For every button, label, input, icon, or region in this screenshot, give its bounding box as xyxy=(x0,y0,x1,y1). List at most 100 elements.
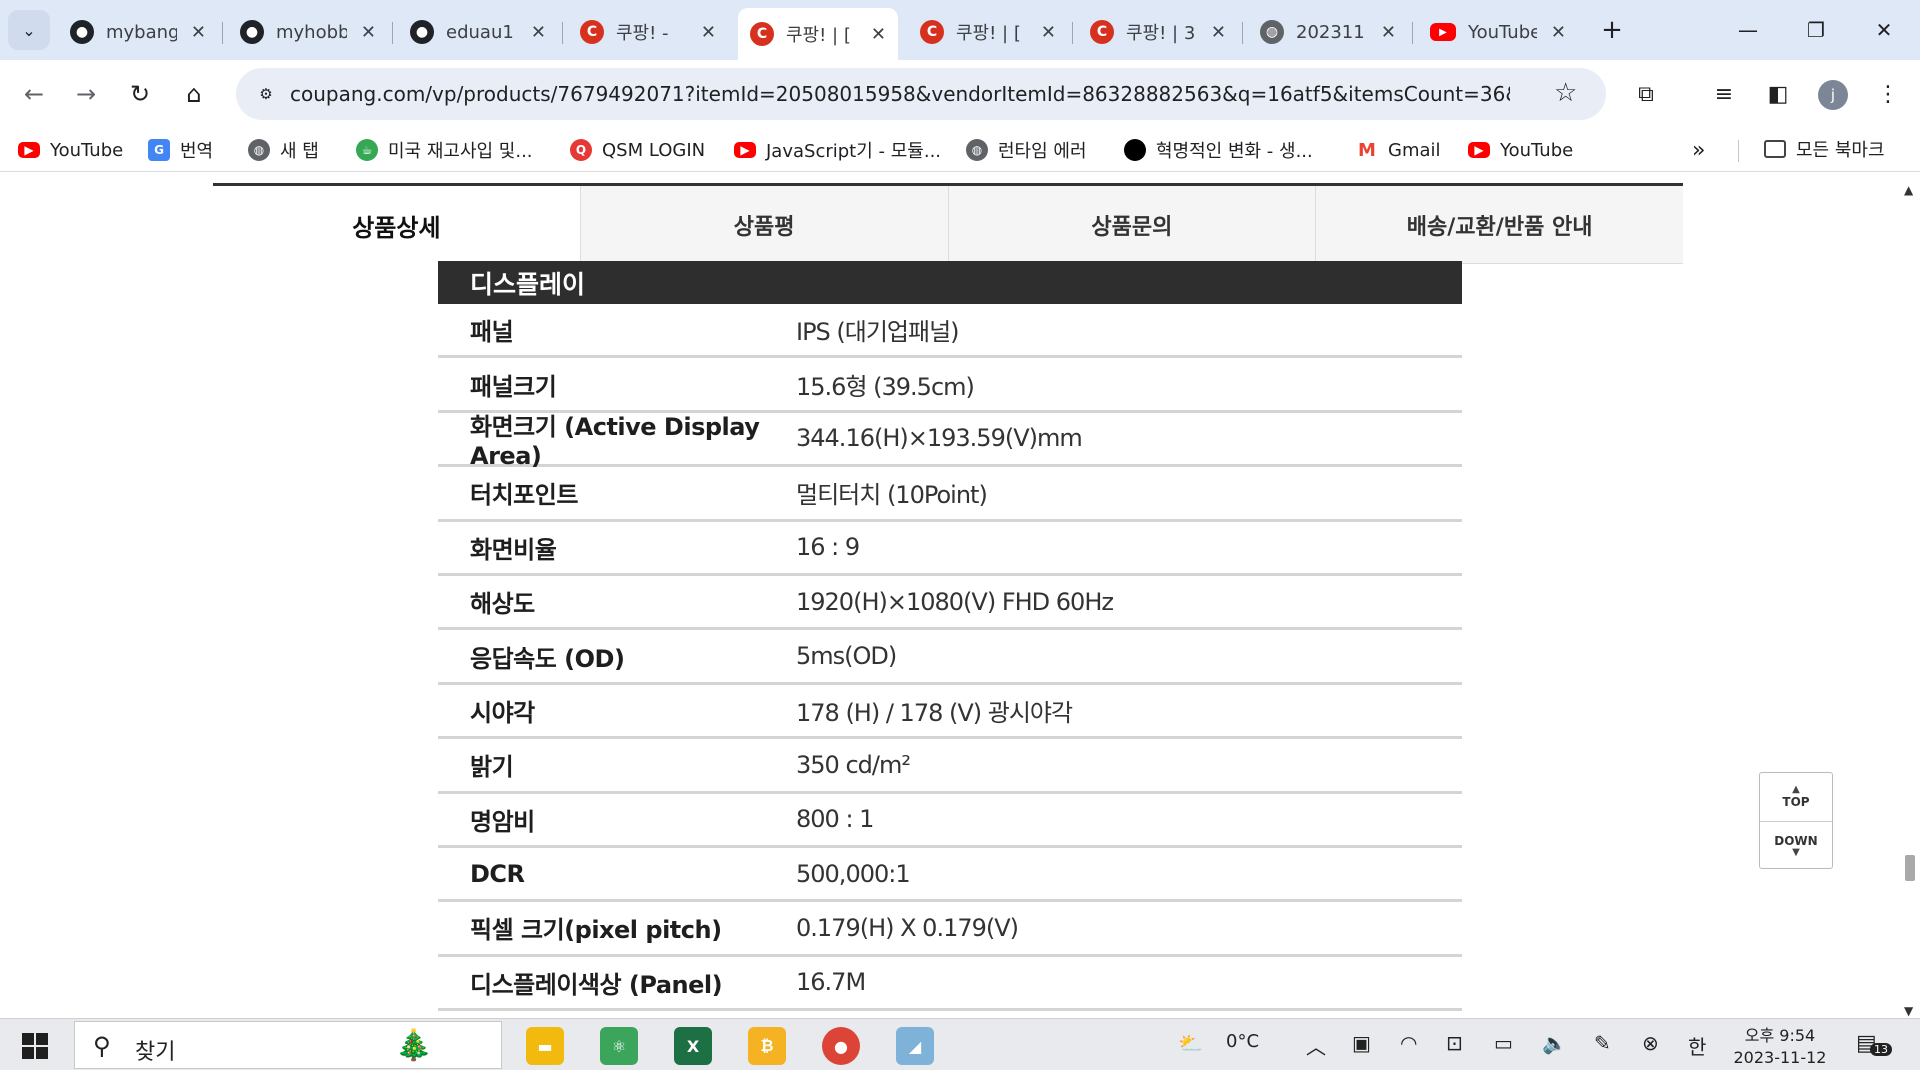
spec-rows: 패널 IPS (대기업패널) 패널크기 15.6형 (39.5cm) 화면크기 (Act… xyxy=(438,304,1462,1012)
bookmark-item[interactable]: M Gmail xyxy=(1356,136,1441,164)
spec-value: 350 cd/m² xyxy=(796,750,911,779)
start-button[interactable] xyxy=(22,1033,48,1059)
clock-time: 오후 9:54 xyxy=(1744,1026,1816,1045)
bookmark-star-icon[interactable]: ☆ xyxy=(1554,78,1577,108)
bookmark-item[interactable]: ◍ 런타임 에러 xyxy=(966,136,1087,164)
arrow-down-icon: ▼ xyxy=(1792,846,1800,858)
tab-title: 쿠팡! | [ xyxy=(786,25,851,46)
tab-close-icon[interactable]: ✕ xyxy=(701,22,716,43)
tab-search-button[interactable]: ⌄ xyxy=(8,10,50,50)
site-info-icon[interactable]: ⚙ xyxy=(252,80,280,108)
spec-value: 16.7M xyxy=(796,968,866,997)
forward-button[interactable]: → xyxy=(66,74,106,114)
bookmark-item[interactable]: ☕ 미국 재고사입 및... xyxy=(356,136,533,164)
tab-title: 쿠팡! | 3 xyxy=(1126,23,1196,44)
editor-app-icon[interactable]: ◢ xyxy=(896,1027,934,1065)
browser-tab[interactable]: C 쿠팡! | [✕ xyxy=(738,8,898,60)
browser-tab[interactable]: ● mybang ✕ xyxy=(58,8,218,56)
browser-tab[interactable]: ▶ YouTube ✕ xyxy=(1418,8,1578,56)
spec-value: IPS (대기업패널) xyxy=(796,318,960,347)
more-bookmarks-button[interactable]: » xyxy=(1692,138,1705,163)
taskbar-search[interactable]: ⚲ 찾기 🎄 xyxy=(74,1021,502,1069)
close-window-button[interactable]: ✕ xyxy=(1862,12,1906,48)
browser-tab[interactable]: C 쿠팡! - ✕ xyxy=(568,8,728,56)
chevron-up-icon[interactable]: ︿ xyxy=(1306,1031,1326,1060)
x-circle-icon[interactable]: ⊗ xyxy=(1642,1031,1659,1055)
bookmark-label: QSM LOGIN xyxy=(602,139,706,161)
browser-tab[interactable]: C 쿠팡! | [✕ xyxy=(908,8,1068,56)
detail-tab[interactable]: 상품문의 xyxy=(947,186,1316,264)
spec-row: 화면비율 16 : 9 xyxy=(438,522,1462,576)
weather-icon[interactable]: ⛅ xyxy=(1178,1031,1203,1055)
bookmarks-divider xyxy=(1738,140,1739,162)
browser-tab[interactable]: ● myhobb ✕ xyxy=(228,8,388,56)
ime-indicator[interactable]: 한 xyxy=(1688,1031,1706,1060)
tab-separator xyxy=(1072,22,1073,44)
browser-tab[interactable]: ● eduau1 ✕ xyxy=(398,8,558,56)
bookmark-item[interactable]: ▶ YouTube xyxy=(1468,136,1573,164)
cup-icon: ☕ xyxy=(356,139,378,161)
side-panel-button[interactable]: ◧ xyxy=(1758,74,1798,114)
volume-icon[interactable]: 🔈 xyxy=(1542,1031,1567,1055)
github-icon: ● xyxy=(240,20,264,44)
extensions-button[interactable]: ⧉ xyxy=(1626,74,1666,114)
spec-key: 픽셀 크기(pixel pitch) xyxy=(470,916,722,945)
detail-tab[interactable]: 배송/교환/반품 안내 xyxy=(1315,186,1683,264)
bookmark-item[interactable]: ▶ YouTube xyxy=(18,136,123,164)
bookmark-item[interactable]: 혁명적인 변화 - 생... xyxy=(1124,136,1313,164)
wifi-icon[interactable]: ◠ xyxy=(1400,1031,1417,1055)
scrollbar-thumb[interactable] xyxy=(1905,855,1915,881)
bookmark-item[interactable]: G 번역 xyxy=(148,136,213,164)
meet-icon[interactable]: ▣ xyxy=(1352,1031,1371,1055)
scroll-down-button[interactable]: DOWN ▼ xyxy=(1760,821,1832,869)
tab-close-icon[interactable]: ✕ xyxy=(1381,22,1396,43)
bookmark-item[interactable]: ▶ JavaScript기 - 모듈... xyxy=(734,136,941,164)
scroll-down-icon[interactable]: ▼ xyxy=(1904,1004,1913,1018)
scroll-top-button[interactable]: ▲ TOP xyxy=(1760,773,1832,821)
media-control-button[interactable]: ≡ xyxy=(1704,74,1744,114)
spec-key: 해상도 xyxy=(470,590,535,619)
bookmark-item[interactable]: Q QSM LOGIN xyxy=(570,136,705,164)
bookmark-label: 새 탭 xyxy=(280,141,319,162)
youtube-icon: ▶ xyxy=(1430,23,1456,41)
back-button[interactable]: ← xyxy=(14,74,54,114)
new-tab-button[interactable]: + xyxy=(1594,12,1630,48)
notification-button[interactable]: ▤ 13 xyxy=(1856,1031,1892,1056)
bookmark-label: Gmail xyxy=(1388,139,1441,161)
system-clock[interactable]: 오후 9:54 2023-11-12 xyxy=(1730,1025,1830,1069)
url-text[interactable]: coupang.com/vp/products/7679492071?itemI… xyxy=(290,82,1510,106)
tab-close-icon[interactable]: ✕ xyxy=(531,22,546,43)
home-button[interactable]: ⌂ xyxy=(174,74,214,114)
browser-tab[interactable]: C 쿠팡! | 3 ✕ xyxy=(1078,8,1238,56)
tab-close-icon[interactable]: ✕ xyxy=(1041,22,1056,43)
excel-icon[interactable]: X xyxy=(674,1027,712,1065)
profile-avatar[interactable]: j xyxy=(1818,80,1848,110)
restore-button[interactable]: ❐ xyxy=(1794,12,1838,48)
battery-icon[interactable]: ▭ xyxy=(1494,1031,1513,1055)
atom-app-icon[interactable]: ⚛ xyxy=(600,1027,638,1065)
page-scrollbar[interactable]: ▲ ▼ xyxy=(1900,183,1920,1018)
tab-close-icon[interactable]: ✕ xyxy=(191,22,206,43)
detail-tab[interactable]: 상품평 xyxy=(579,186,948,264)
file-explorer-icon[interactable]: ▬ xyxy=(526,1027,564,1065)
notes-app-icon[interactable]: ₿ xyxy=(748,1027,786,1065)
scroll-up-icon[interactable]: ▲ xyxy=(1904,183,1913,197)
tab-close-icon[interactable]: ✕ xyxy=(1211,22,1226,43)
detail-tab[interactable]: 상품상세 xyxy=(213,186,580,264)
bookmark-item[interactable]: ◍ 새 탭 xyxy=(248,136,319,164)
browser-tab[interactable]: ◍ 202311 ✕ xyxy=(1248,8,1408,56)
puzzle-icon: ⧉ xyxy=(1638,81,1654,107)
minimize-button[interactable]: — xyxy=(1726,12,1770,48)
tab-close-icon[interactable]: ✕ xyxy=(871,24,886,45)
reload-button[interactable]: ↻ xyxy=(120,74,160,114)
all-bookmarks-button[interactable]: 모든 북마크 xyxy=(1764,136,1885,162)
pen-icon[interactable]: ✎ xyxy=(1594,1031,1611,1055)
address-bar[interactable]: ⚙ coupang.com/vp/products/7679492071?ite… xyxy=(236,68,1606,120)
menu-button[interactable]: ⋮ xyxy=(1868,74,1908,114)
spec-value: 178 (H) / 178 (V) 광시야각 xyxy=(796,698,1073,727)
chrome-icon[interactable]: ● xyxy=(822,1027,860,1065)
screen-record-icon[interactable]: ⊡ xyxy=(1446,1031,1463,1055)
weather-temp[interactable]: 0°C xyxy=(1226,1031,1259,1052)
tab-close-icon[interactable]: ✕ xyxy=(1551,22,1566,43)
tab-close-icon[interactable]: ✕ xyxy=(361,22,376,43)
